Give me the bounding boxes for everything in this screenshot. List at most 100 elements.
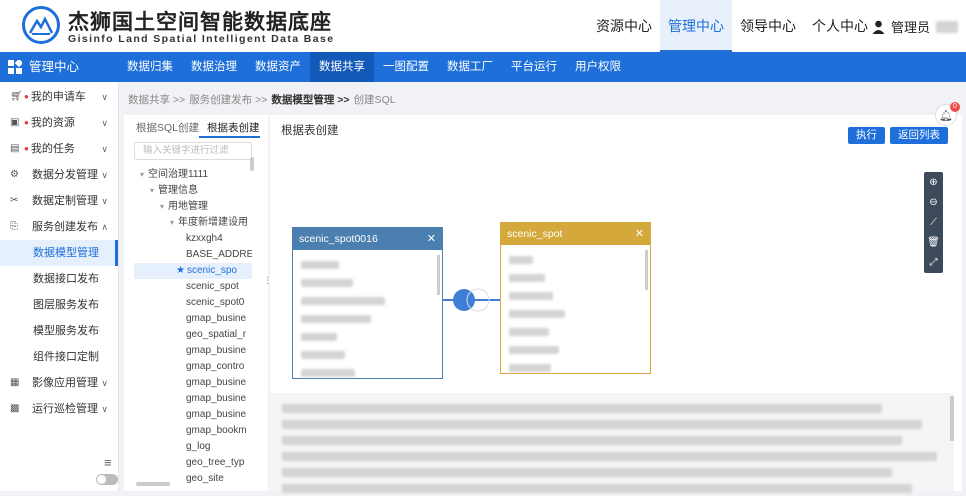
sidebar-item-publish[interactable]: ⎘ 服务创建发布 ∧ [0, 214, 118, 240]
sidebar-item-ops[interactable]: ▩ 运行巡检管理 ∨ [0, 396, 118, 422]
run-button[interactable]: 执行 [848, 127, 885, 144]
dot-icon: ● [24, 118, 29, 127]
image-icon: ▦ [10, 377, 20, 388]
subnav-governance[interactable]: 数据治理 [182, 52, 246, 82]
tree-node-label: gmap_busine [186, 409, 247, 420]
breadcrumb: 数据共享 >> 服务创建发布 >> 数据模型管理 >> 创建SQL [128, 89, 962, 111]
tree-h-scrollbar[interactable] [136, 482, 170, 486]
tree-node[interactable]: geo_spatial_r [134, 327, 252, 343]
sidebar-item-image[interactable]: ▦ 影像应用管理 ∨ [0, 370, 118, 396]
tree-node[interactable]: ▾ 用地管理 [134, 199, 252, 215]
subnav-permissions[interactable]: 用户权限 [566, 52, 630, 82]
tree-node-label: 年度新增建设用 [178, 217, 249, 228]
breadcrumb-model[interactable]: 数据模型管理 >> [271, 89, 349, 111]
breadcrumb-create-sql: 创建SQL [353, 94, 396, 106]
sidebar-item-tasks[interactable]: ▤ ● 我的任务 ∨ [0, 136, 118, 162]
sidebar-sub-interface-publish[interactable]: 数据接口发布 [0, 266, 118, 292]
tab-create-by-table[interactable]: 根据表创建 [199, 120, 260, 138]
tree-node[interactable]: gmap_contro [134, 359, 252, 375]
tree-node[interactable]: ▾ 空间治理1111 [134, 167, 252, 183]
menu-collapse-icon[interactable]: ≡ [104, 455, 112, 470]
tree-node[interactable]: scenic_spot [134, 279, 252, 295]
tree-node[interactable]: gmap_busine [134, 407, 252, 423]
subnav-platform[interactable]: 平台运行 [502, 52, 566, 82]
join-node-icon [453, 289, 475, 311]
tree-node[interactable]: gmap_busine [134, 391, 252, 407]
fullscreen-icon[interactable]: ⤢ [930, 257, 938, 268]
user-icon [872, 20, 885, 34]
chevron-down-icon: ∨ [101, 170, 108, 180]
breadcrumb-sharing[interactable]: 数据共享 >> [128, 89, 185, 111]
notification-bell-icon[interactable]: 🔔︎ 0 [935, 102, 960, 126]
sidebar-item-distribute[interactable]: ⚙︎ 数据分发管理 ∨ [0, 162, 118, 188]
star-icon: ★ [176, 265, 185, 276]
user-menu[interactable]: 管理员 [872, 17, 959, 36]
table-tree: ▾ 空间治理1111 ▾ 管理信息 ▾ 用地管理 ▾ 年度新增建设用 kzxxgh4 BASE_A… [134, 167, 252, 487]
subnav-map-config[interactable]: 一图配置 [374, 52, 438, 82]
tree-node-label: geo_tree_typ [186, 457, 245, 468]
tree-node-label: geo_site [186, 473, 224, 484]
tree-node[interactable]: geo_tree_typ [134, 455, 252, 471]
tree-node[interactable]: scenic_spot0 [134, 295, 252, 311]
nav-leader-center[interactable]: 领导中心 [732, 0, 804, 52]
table-card-scenic-spot0016[interactable]: scenic_spot0016 ✕ [292, 227, 443, 379]
tree-node[interactable]: gmap_bookm [134, 423, 252, 439]
sidebar-sub-component-custom[interactable]: 组件接口定制 [0, 344, 118, 370]
tab-create-by-sql[interactable]: 根据SQL创建 [124, 120, 199, 138]
sub-nav: 数据归集 数据治理 数据资产 数据共享 一图配置 数据工厂 平台运行 用户权限 [118, 52, 630, 82]
sidebar-sub-model-service[interactable]: 模型服务发布 [0, 318, 118, 344]
nav-resource-center[interactable]: 资源中心 [588, 0, 660, 52]
sidebar-sub-model-management[interactable]: 数据模型管理 [0, 240, 118, 266]
tree-arrow-icon[interactable]: ▾ [170, 218, 174, 227]
tree-node[interactable]: gmap_busine [134, 311, 252, 327]
tree-node-label: scenic_spot0 [186, 297, 245, 308]
tree-filter-input[interactable]: 输入关键字进行过滤 [134, 142, 252, 160]
sidebar-item-custom[interactable]: ✂︎ 数据定制管理 ∨ [0, 188, 118, 214]
tree-arrow-icon[interactable]: ▾ [150, 186, 154, 195]
logo-subtitle: Gisinfo Land Spatial Intelligent Data Ba… [68, 33, 335, 45]
tree-node[interactable]: BASE_ADDRE [134, 247, 252, 263]
tree-node-label: kzxxgh4 [186, 233, 223, 244]
sidebar-item-cart[interactable]: 🛒︎ ● 我的申请车 ∨ [0, 84, 118, 110]
table-join-connector[interactable] [442, 285, 502, 315]
custom-icon: ✂︎ [10, 195, 19, 206]
chevron-down-icon: ∨ [101, 404, 108, 414]
subnav-assets[interactable]: 数据资产 [246, 52, 310, 82]
zoom-in-icon[interactable]: ⊕ [929, 177, 937, 188]
nav-personal-center[interactable]: 个人中心 [804, 0, 876, 52]
subnav-sharing[interactable]: 数据共享 [310, 52, 374, 82]
chevron-down-icon: ∨ [101, 144, 108, 154]
back-to-list-button[interactable]: 返回列表 [890, 127, 948, 144]
tree-node-label: 用地管理 [168, 201, 209, 212]
theme-toggle[interactable] [96, 474, 118, 485]
table-card-title: scenic_spot [507, 228, 563, 240]
tree-node[interactable]: gmap_busine [134, 343, 252, 359]
breadcrumb-publish[interactable]: 服务创建发布 >> [189, 89, 267, 111]
line-icon[interactable]: ⟋ [930, 217, 937, 228]
sidebar-sub-layer-publish[interactable]: 图层服务发布 [0, 292, 118, 318]
sidebar-item-resources[interactable]: ▣ ● 我的资源 ∨ [0, 110, 118, 136]
tree-node-label: g_log [186, 441, 211, 452]
tree-node[interactable]: kzxxgh4 [134, 231, 252, 247]
tree-node[interactable]: g_log [134, 439, 252, 455]
close-icon[interactable]: ✕ [427, 228, 436, 250]
chevron-down-icon: ∨ [101, 118, 108, 128]
nav-management-center[interactable]: 管理中心 [660, 0, 732, 52]
close-icon[interactable]: ✕ [635, 223, 644, 245]
subnav-collection[interactable]: 数据归集 [118, 52, 182, 82]
logo-icon [22, 6, 60, 44]
tree-node[interactable]: ▾ 管理信息 [134, 183, 252, 199]
tree-arrow-icon[interactable]: ▾ [160, 202, 164, 211]
zoom-out-icon[interactable]: ⊖ [929, 197, 937, 208]
create-mode-tabs: 根据SQL创建 根据表创建 [124, 120, 268, 138]
tree-node[interactable]: gmap_busine [134, 375, 252, 391]
subnav-factory[interactable]: 数据工厂 [438, 52, 502, 82]
tree-node[interactable]: ▾ 年度新增建设用 [134, 215, 252, 231]
top-nav: 资源中心 管理中心 领导中心 个人中心 [588, 0, 876, 52]
delete-icon[interactable]: 🗑︎ [927, 237, 940, 248]
tree-node[interactable]: ★ scenic_spo [134, 263, 252, 279]
tree-arrow-icon[interactable]: ▾ [140, 170, 144, 179]
sql-scrollbar[interactable] [950, 396, 954, 441]
table-card-scenic-spot[interactable]: scenic_spot ✕ [500, 222, 651, 374]
sql-preview-editor[interactable] [270, 393, 954, 493]
